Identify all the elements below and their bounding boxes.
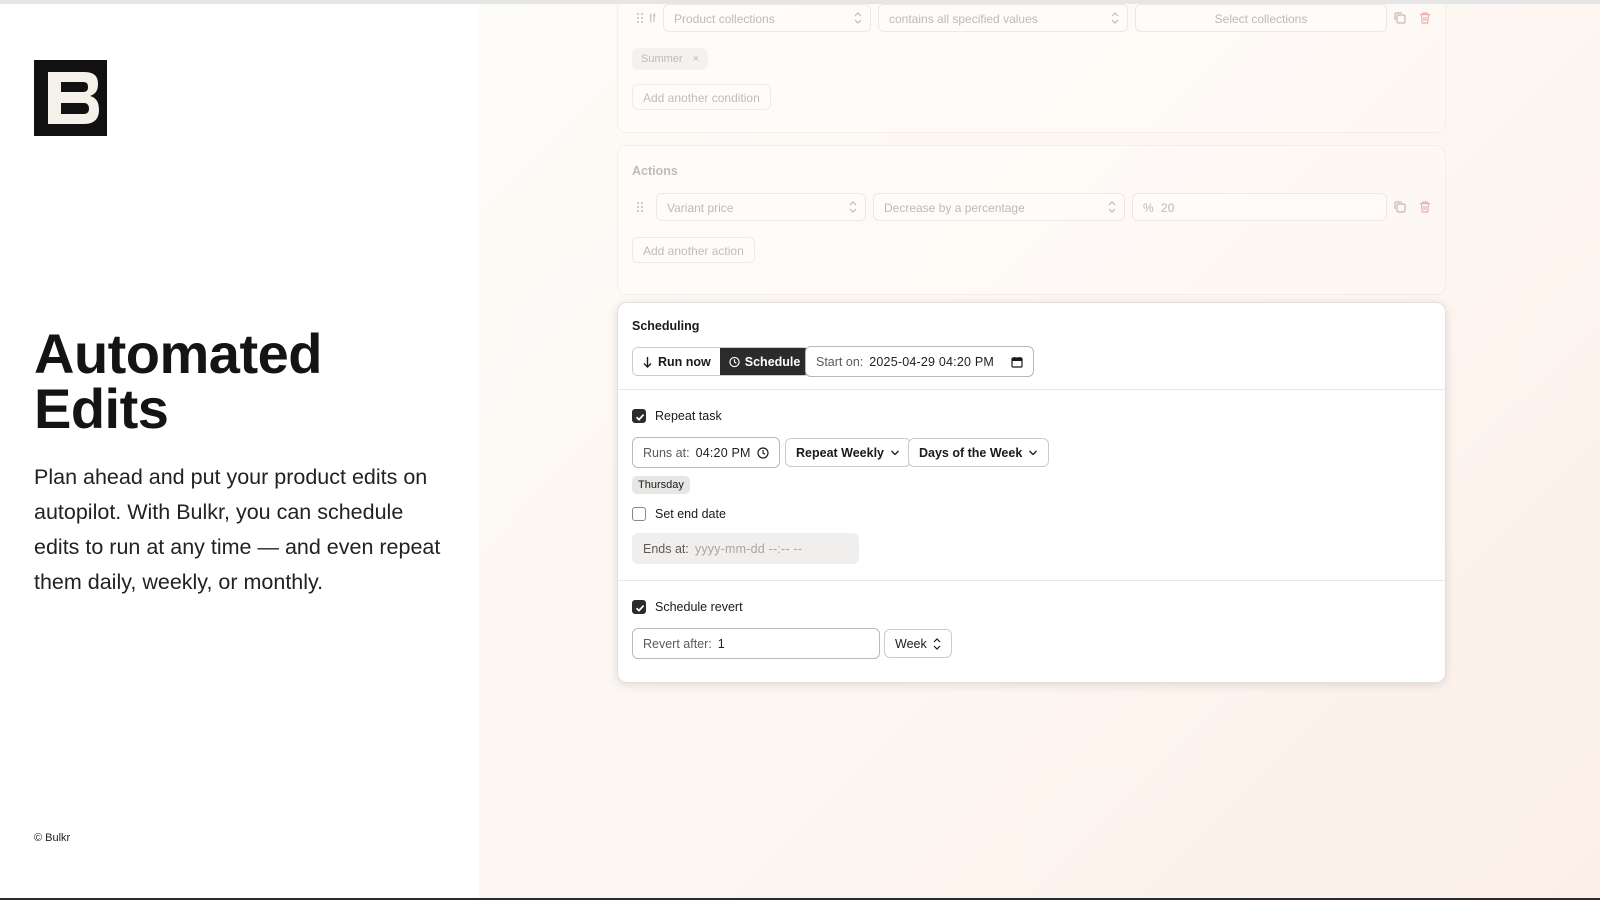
duplicate-icon[interactable] [1393,200,1407,214]
copyright: © Bulkr [34,832,71,844]
calendar-icon[interactable] [1011,356,1023,368]
schedule-label: Schedule [744,354,801,369]
updown-chevron-icon [854,11,862,25]
repeat-frequency-dropdown[interactable]: Repeat Weekly [785,438,912,467]
trash-icon[interactable] [1418,11,1432,25]
days-of-week-dropdown[interactable]: Days of the Week [908,438,1050,467]
run-now-button[interactable]: Run now [633,348,720,375]
set-end-date-label: Set end date [655,507,726,521]
remove-chip-icon[interactable]: × [693,53,699,65]
add-action-button[interactable]: Add another action [632,237,755,263]
bulkr-logo-icon [34,60,107,136]
start-label: Start on: [816,354,864,369]
updown-chevron-icon [849,200,857,214]
schedule-revert-label: Schedule revert [655,600,743,614]
repeat-task-row: Repeat task [632,409,722,423]
scheduling-title: Scheduling [632,319,700,333]
set-end-date-checkbox[interactable] [632,507,646,521]
add-condition-button[interactable]: Add another condition [632,84,771,110]
chevron-down-icon [1028,449,1038,457]
ends-at-label: Ends at: [643,541,689,556]
if-label: If [649,11,656,25]
duplicate-icon[interactable] [1393,11,1407,25]
conditions-card: If Product collections contains all spec… [617,4,1446,133]
section-divider [618,580,1445,581]
action-operation-select[interactable]: Decrease by a percentage [873,193,1125,221]
ends-at-placeholder: yyyy-mm-dd --:-- -- [694,541,803,556]
start-datetime-input[interactable]: Start on: 2025-04-29 04:20 PM [805,346,1034,377]
repeat-task-checkbox[interactable] [632,409,646,423]
days-of-week-value: Days of the Week [919,445,1023,460]
schedule-button[interactable]: Schedule [719,348,810,375]
revert-unit-select[interactable]: Week [884,629,952,658]
updown-chevron-icon [1108,200,1116,214]
repeat-task-label: Repeat task [655,409,722,423]
hero-description: Plan ahead and put your product edits on… [34,465,441,594]
schedule-revert-row: Schedule revert [632,600,743,614]
scheduling-card: Scheduling Run now Schedule Start on: 20… [617,302,1446,683]
condition-value-select[interactable]: Select collections [1135,4,1387,32]
revert-after-label: Revert after: [643,636,712,651]
actions-title: Actions [632,164,678,178]
condition-operator-select[interactable]: contains all specified values [878,4,1128,32]
drag-handle-icon[interactable] [636,12,644,24]
actions-card: Actions Variant price Decrease by a perc… [617,145,1446,295]
action-field-select[interactable]: Variant price [656,193,866,221]
drag-handle-icon[interactable] [636,201,644,213]
condition-operator-value: contains all specified values [889,12,1038,26]
action-operation-value: Decrease by a percentage [884,201,1025,215]
marketing-panel: Automated Edits Plan ahead and put your … [0,4,479,898]
chip-label: Summer [641,53,683,65]
arrow-down-icon [642,356,653,368]
action-value: 20 [1161,201,1175,215]
action-field-value: Variant price [667,201,734,215]
runs-at-value: 04:20 PM [695,445,751,460]
updown-chevron-icon [933,637,941,651]
repeat-frequency-value: Repeat Weekly [796,445,885,460]
selected-day-tag: Thursday [632,476,690,494]
condition-field-value: Product collections [674,12,775,26]
clock-icon [729,356,740,368]
revert-after-input[interactable]: Revert after: 1 [632,628,880,659]
ends-at-input[interactable]: Ends at: yyyy-mm-dd --:-- -- [632,533,859,564]
chevron-down-icon [890,449,900,457]
revert-after-value: 1 [717,636,725,651]
start-value: 2025-04-29 04:20 PM [869,354,994,369]
set-end-date-row: Set end date [632,507,726,521]
revert-unit-value: Week [895,636,927,651]
runs-at-label: Runs at: [643,445,690,460]
page-title: Automated Edits [34,322,322,440]
condition-field-select[interactable]: Product collections [663,4,871,32]
section-divider [618,389,1445,390]
runs-at-input[interactable]: Runs at: 04:20 PM [632,437,780,468]
trash-icon[interactable] [1418,200,1432,214]
action-value-input[interactable]: % 20 [1132,193,1387,221]
condition-chip: Summer × [632,48,709,70]
run-now-label: Run now [658,354,711,369]
updown-chevron-icon [1111,11,1119,25]
clock-icon[interactable] [757,446,769,459]
run-mode-toggle: Run now Schedule [632,347,811,376]
editor-preview: If Product collections contains all spec… [479,4,1600,898]
condition-value-placeholder: Select collections [1214,12,1308,26]
action-value-prefix: % [1143,201,1154,215]
schedule-revert-checkbox[interactable] [632,600,646,614]
